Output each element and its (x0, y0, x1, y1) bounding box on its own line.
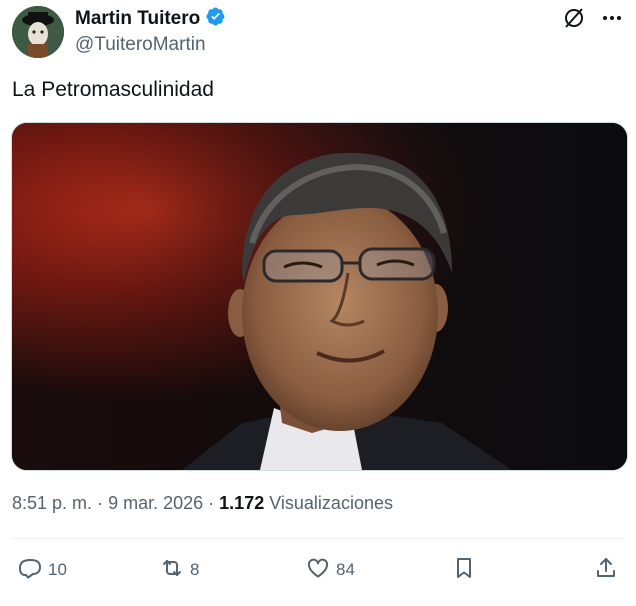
bookmark-icon (452, 556, 476, 585)
like-icon (306, 556, 330, 585)
verified-badge-icon (205, 6, 226, 32)
share-icon (594, 556, 618, 585)
author-handle[interactable]: @TuiteroMartin (75, 34, 206, 56)
retweet-count: 8 (190, 560, 200, 579)
tweet-date[interactable]: 9 mar. 2026 (108, 493, 203, 513)
meta-separator: · (97, 493, 104, 513)
retweet-icon (160, 556, 184, 585)
avatar[interactable] (12, 6, 64, 58)
retweet-button[interactable]: 8 (160, 556, 199, 585)
tweet-time[interactable]: 8:51 p. m. (12, 493, 92, 513)
views-label: Visualizaciones (269, 493, 393, 513)
meta-separator: · (208, 493, 215, 513)
tweet-meta: 8:51 p. m. · 9 mar. 2026 · 1.172 Visuali… (12, 493, 393, 514)
reply-button[interactable]: 10 (18, 556, 67, 585)
tweet-action-bar: 10 8 84 (12, 552, 622, 588)
reply-icon (18, 556, 42, 585)
author-display-name[interactable]: Martin Tuitero (75, 8, 200, 30)
reply-count: 10 (48, 560, 67, 579)
author-name-row[interactable]: Martin Tuitero (75, 6, 226, 32)
share-button[interactable] (594, 556, 618, 585)
like-count: 84 (336, 560, 355, 579)
bookmark-button[interactable] (452, 556, 476, 585)
divider (12, 538, 624, 539)
like-button[interactable]: 84 (306, 556, 355, 585)
tweet-media-image[interactable] (11, 122, 628, 471)
more-options-icon[interactable] (598, 4, 626, 32)
tweet-text: La Petromasculinidad (12, 78, 214, 101)
views-count: 1.172 (219, 493, 265, 513)
grok-icon[interactable] (560, 4, 588, 32)
